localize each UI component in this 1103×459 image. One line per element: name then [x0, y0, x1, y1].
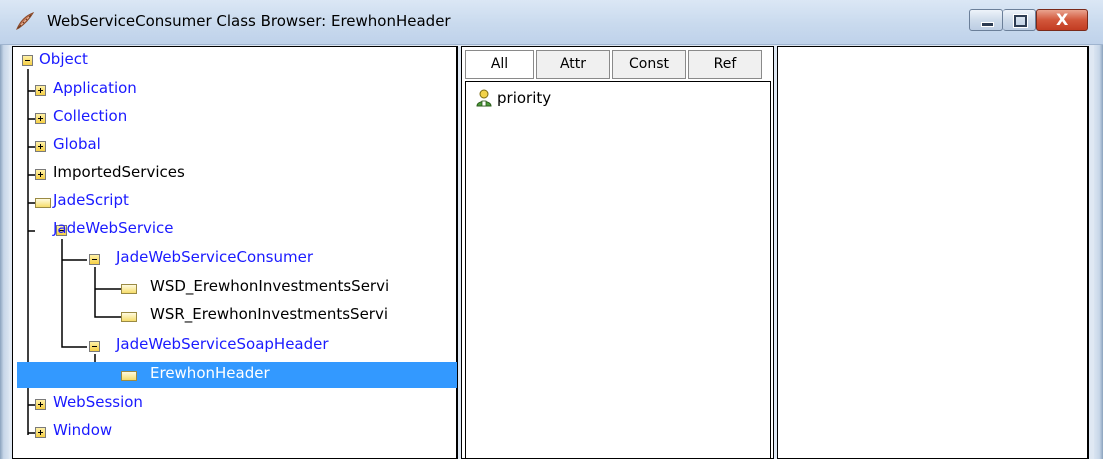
tree-node-label: Collection: [53, 107, 128, 125]
expand-icon[interactable]: [35, 141, 46, 152]
close-icon: X: [1056, 10, 1069, 29]
window-frame-left: [0, 45, 9, 459]
member-label: priority: [497, 89, 552, 107]
window-frame-right: [1094, 45, 1103, 459]
tree-node-importedservices[interactable]: ImportedServices: [13, 162, 457, 186]
tree-node-label: Application: [53, 79, 137, 97]
tree-node-jadewebservice[interactable]: JadeWebService: [13, 218, 457, 242]
tree-node-label: Window: [53, 421, 113, 439]
collapse-icon[interactable]: [89, 254, 100, 265]
method-detail-pane[interactable]: [777, 46, 1089, 459]
tree-node-object[interactable]: Object: [13, 49, 457, 73]
member-pane: All Attr Const Ref priority: [461, 46, 774, 459]
tree-node-jadewebservicesoapheader[interactable]: JadeWebServiceSoapHeader: [13, 334, 457, 358]
minimize-icon: [981, 22, 994, 27]
tree-node-label: JadeScript: [53, 191, 129, 209]
tree-node-label: ImportedServices: [53, 163, 185, 181]
tree-node-application[interactable]: Application: [13, 78, 457, 102]
class-leaf-icon: [35, 198, 51, 208]
window-title: WebServiceConsumer Class Browser: Erewho…: [47, 12, 451, 30]
tree-node-wsr-erewhoninvestments[interactable]: WSR_ErewhonInvestmentsServi: [13, 304, 457, 328]
tree-node-jadewebserviceconsumer[interactable]: JadeWebServiceConsumer: [13, 247, 457, 271]
public-attribute-icon: [476, 89, 492, 107]
tree-node-window[interactable]: Window: [13, 420, 457, 444]
title-bar[interactable]: WebServiceConsumer Class Browser: Erewho…: [0, 0, 1103, 45]
tree-node-global[interactable]: Global: [13, 134, 457, 158]
class-leaf-icon: [121, 312, 137, 322]
expand-icon[interactable]: [35, 427, 46, 438]
tree-node-collection[interactable]: Collection: [13, 106, 457, 130]
expand-icon[interactable]: [35, 85, 46, 96]
class-leaf-icon: [121, 371, 137, 381]
minimize-button[interactable]: [969, 9, 1003, 31]
tree-node-label: WSD_ErewhonInvestmentsServi: [150, 277, 390, 295]
tree-node-jadescript[interactable]: JadeScript: [13, 190, 457, 214]
tree-node-erewhonheader[interactable]: ErewhonHeader: [17, 362, 457, 388]
class-browser-window: WebServiceConsumer Class Browser: Erewho…: [0, 0, 1103, 459]
tab-const[interactable]: Const: [612, 50, 686, 79]
tab-all[interactable]: All: [465, 50, 534, 79]
tree-node-label: JadeWebServiceSoapHeader: [116, 335, 329, 353]
tree-node-label: JadeWebServiceConsumer: [116, 248, 313, 266]
member-list[interactable]: priority: [465, 81, 771, 459]
tree-node-label: WSR_ErewhonInvestmentsServi: [150, 305, 389, 323]
tree-node-label: ErewhonHeader: [150, 364, 270, 382]
tab-ref[interactable]: Ref: [688, 50, 762, 79]
class-tree-pane[interactable]: Object Application Collection Global Imp…: [12, 46, 458, 459]
expand-icon[interactable]: [35, 113, 46, 124]
tree-node-label: JadeWebService: [53, 219, 174, 237]
tab-attr[interactable]: Attr: [536, 50, 610, 79]
tree-node-label: WebSession: [53, 393, 143, 411]
tree-node-wsd-erewhoninvestments[interactable]: WSD_ErewhonInvestmentsServi: [13, 276, 457, 300]
collapse-icon[interactable]: [89, 341, 100, 352]
maximize-icon: [1013, 14, 1028, 28]
member-filter-tabs: All Attr Const Ref: [462, 47, 773, 80]
list-item[interactable]: priority: [474, 87, 551, 109]
app-feather-icon: [16, 12, 35, 31]
tree-node-label: Global: [53, 135, 101, 153]
tree-node-websession[interactable]: WebSession: [13, 392, 457, 416]
class-leaf-icon: [121, 284, 137, 294]
maximize-button[interactable]: [1003, 9, 1036, 31]
expand-icon[interactable]: [35, 169, 46, 180]
close-button[interactable]: X: [1036, 9, 1088, 31]
tree-node-label: Object: [39, 50, 88, 68]
expand-icon[interactable]: [35, 399, 46, 410]
collapse-icon[interactable]: [22, 55, 33, 66]
